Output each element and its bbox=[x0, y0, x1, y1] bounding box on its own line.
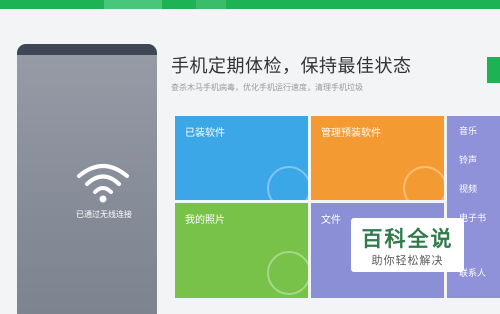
tile-files-label: 文件 bbox=[321, 215, 341, 226]
tab-active[interactable] bbox=[104, 0, 162, 9]
phone-illustration: 已通过无线连接 bbox=[17, 44, 157, 314]
wrench-icon bbox=[403, 166, 444, 200]
sidebar-item-ringtones[interactable]: 铃声 bbox=[459, 153, 477, 166]
tile-my-photos[interactable]: 我的照片 bbox=[175, 203, 308, 298]
connection-status: 已通过无线连接 bbox=[76, 210, 132, 219]
wifi-icon bbox=[77, 164, 129, 203]
page-headline: 手机定期体检，保持最佳状态 bbox=[171, 56, 412, 77]
phone-screen: 已通过无线连接 bbox=[17, 55, 157, 314]
tile-installed-apps[interactable]: 已装软件 bbox=[175, 116, 308, 200]
sidebar-item-videos[interactable]: 视频 bbox=[459, 182, 477, 195]
watermark-title: 百科全说 bbox=[361, 227, 454, 251]
checkup-button[interactable] bbox=[487, 57, 500, 83]
watermark-badge: 百科全说 助你轻松解决 bbox=[351, 218, 464, 272]
tile-my-photos-label: 我的照片 bbox=[185, 215, 225, 226]
photo-icon bbox=[267, 251, 308, 295]
tile-preinstalled-apps-label: 管理预装软件 bbox=[321, 128, 381, 139]
tab-secondary[interactable] bbox=[196, 0, 226, 9]
top-toolbar bbox=[0, 0, 500, 9]
page-subline: 查杀木马手机病毒，优化手机运行速度，清理手机垃圾 bbox=[171, 83, 363, 92]
apps-grid-icon bbox=[267, 166, 308, 200]
tile-preinstalled-apps[interactable]: 管理预装软件 bbox=[311, 116, 444, 200]
tile-installed-apps-label: 已装软件 bbox=[185, 128, 225, 139]
watermark-subtitle: 助你轻松解决 bbox=[371, 254, 444, 267]
sidebar-item-music[interactable]: 音乐 bbox=[459, 124, 477, 137]
